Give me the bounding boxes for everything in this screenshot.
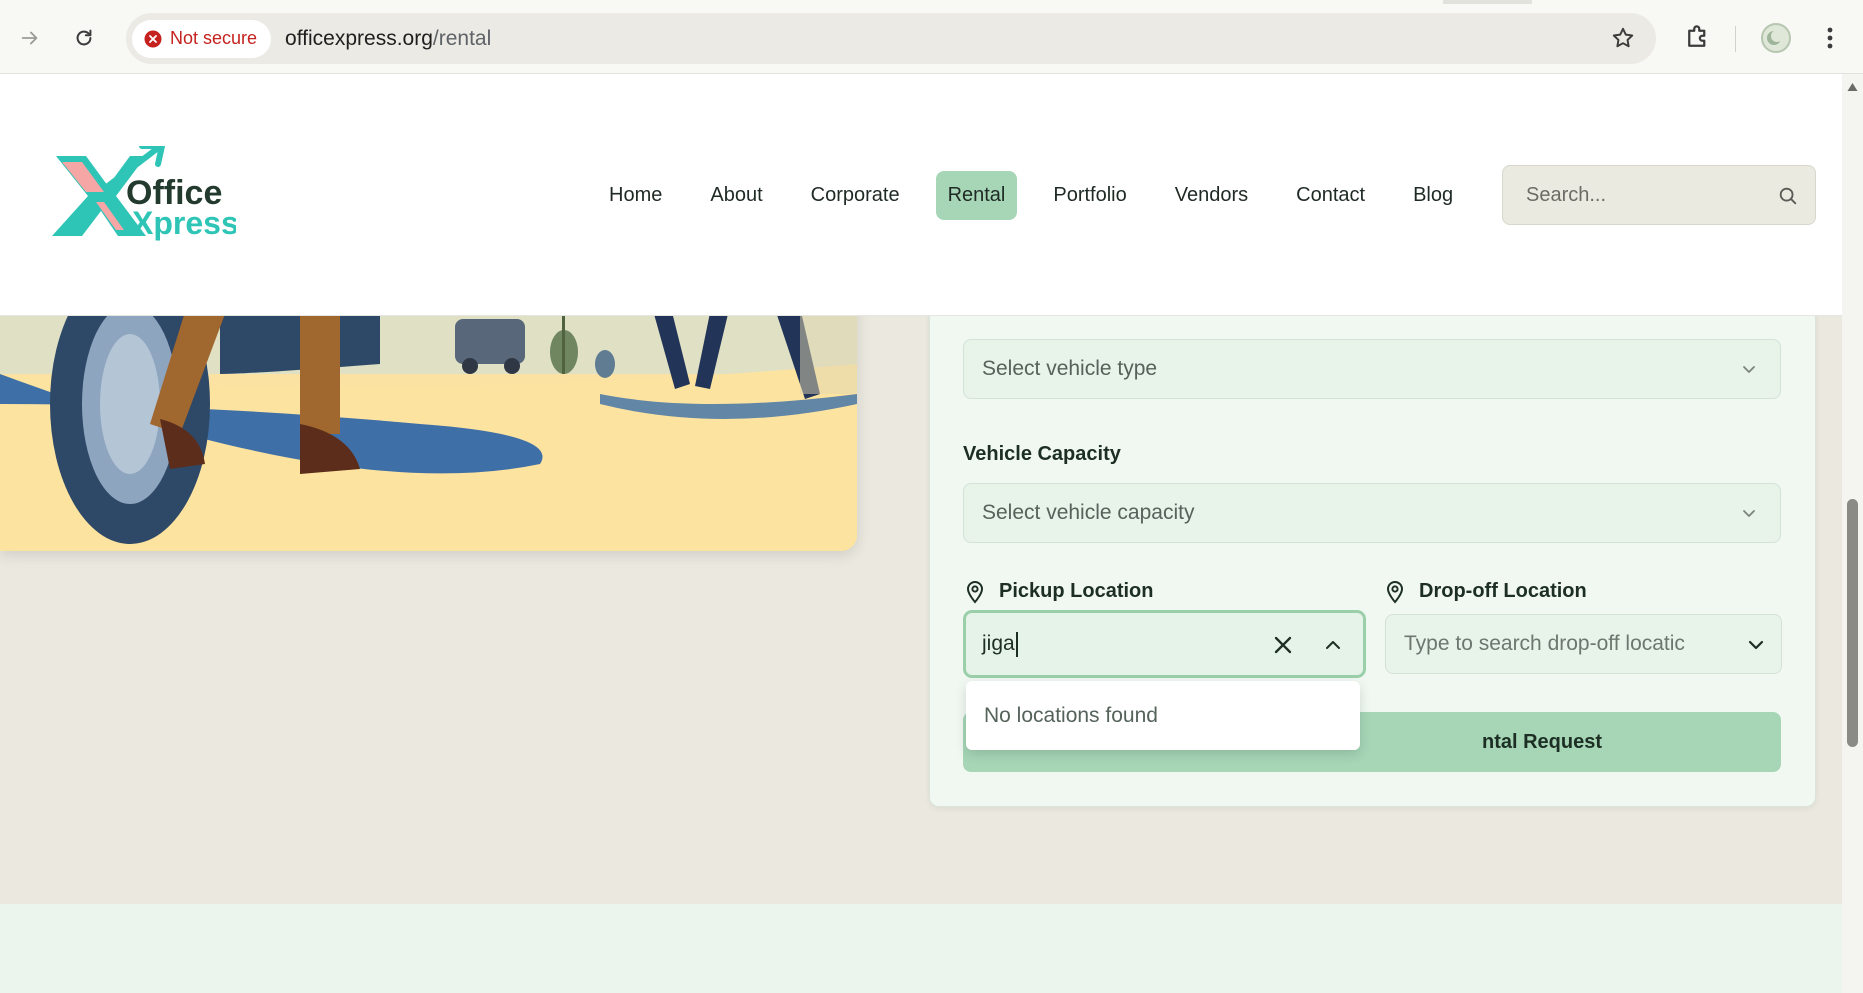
chevron-down-icon[interactable] — [1745, 634, 1767, 656]
nav-vendors[interactable]: Vendors — [1163, 171, 1260, 220]
search-icon[interactable] — [1777, 185, 1799, 207]
dropoff-location-input[interactable]: Type to search drop-off locatic — [1385, 614, 1782, 674]
dropoff-location-label: Drop-off Location — [1419, 580, 1587, 602]
toolbar-divider — [1735, 26, 1736, 52]
chevron-down-icon — [1743, 510, 1755, 517]
site-search-placeholder: Search... — [1526, 183, 1607, 206]
security-chip[interactable]: Not secure — [132, 19, 272, 58]
profile-avatar[interactable] — [1761, 23, 1791, 53]
page-scrollbar[interactable] — [1842, 74, 1863, 993]
url-host: officexpress.org — [285, 26, 433, 50]
error-icon — [144, 30, 162, 47]
text-caret — [1015, 631, 1018, 657]
nav-corporate[interactable]: Corporate — [799, 171, 912, 220]
site-header: Office Xpress Home About Corporate Renta… — [0, 74, 1842, 316]
site-search-input[interactable]: Search... — [1502, 165, 1816, 225]
scrollbar-thumb[interactable] — [1847, 499, 1858, 747]
site-logo[interactable]: Office Xpress — [46, 143, 239, 246]
page-viewport: Select vehicle type Vehicle Capacity Sel… — [0, 74, 1842, 993]
vehicle-capacity-select[interactable]: Select vehicle capacity — [963, 483, 1781, 543]
puzzle-icon — [1688, 25, 1706, 47]
footer-section — [0, 904, 1842, 993]
kebab-menu-icon — [1827, 27, 1833, 49]
nav-blog[interactable]: Blog — [1401, 171, 1465, 220]
nav-contact[interactable]: Contact — [1284, 171, 1377, 220]
scroll-up-arrow-icon[interactable] — [1847, 82, 1858, 92]
pickup-pin-icon — [965, 580, 985, 609]
extensions-button[interactable] — [1683, 22, 1713, 57]
forward-button[interactable] — [12, 20, 48, 56]
avatar-icon — [1767, 30, 1783, 45]
security-label: Not secure — [170, 28, 258, 48]
chevron-down-icon — [1743, 366, 1755, 373]
browser-menu-button[interactable] — [1820, 22, 1840, 54]
dropoff-pin-icon — [1385, 580, 1405, 609]
pickup-suggestions-dropdown: No locations found — [966, 681, 1360, 750]
main-nav: Home About Corporate Rental Portfolio Ve… — [597, 169, 1465, 221]
chevron-up-icon[interactable] — [1321, 633, 1345, 657]
tab-strip — [0, 0, 1863, 4]
pickup-location-label: Pickup Location — [999, 580, 1154, 602]
nav-home[interactable]: Home — [597, 171, 674, 220]
clear-icon[interactable] — [1269, 631, 1297, 659]
vehicle-type-value: Select vehicle type — [982, 357, 1158, 380]
reload-icon — [76, 29, 92, 46]
star-icon — [1612, 27, 1634, 48]
vehicle-capacity-label: Vehicle Capacity — [963, 443, 1121, 465]
browser-toolbar: Not secure officexpress.org/rental — [0, 0, 1863, 74]
vehicle-type-select[interactable]: Select vehicle type — [963, 339, 1781, 399]
url-path: /rental — [432, 26, 492, 50]
bookmark-button[interactable] — [1610, 25, 1636, 56]
pickup-location-value: jiga — [982, 632, 1015, 655]
url-text[interactable]: officexpress.org/rental — [285, 27, 491, 51]
nav-rental[interactable]: Rental — [935, 170, 1018, 220]
reload-button[interactable] — [66, 20, 102, 56]
nav-portfolio[interactable]: Portfolio — [1041, 171, 1138, 220]
arrow-right-icon — [21, 31, 38, 45]
submit-button-label: ntal Request — [1481, 730, 1603, 753]
pickup-location-input[interactable]: jiga — [963, 610, 1366, 678]
nav-about[interactable]: About — [698, 171, 774, 220]
address-bar[interactable]: Not secure officexpress.org/rental — [126, 13, 1656, 64]
dropoff-placeholder: Type to search drop-off locatic — [1404, 632, 1685, 655]
logo-graphic: Office Xpress — [52, 143, 239, 241]
logo-text-line2: Xpress — [132, 205, 236, 241]
no-results-message: No locations found — [984, 703, 1158, 727]
vehicle-capacity-value: Select vehicle capacity — [982, 501, 1195, 524]
